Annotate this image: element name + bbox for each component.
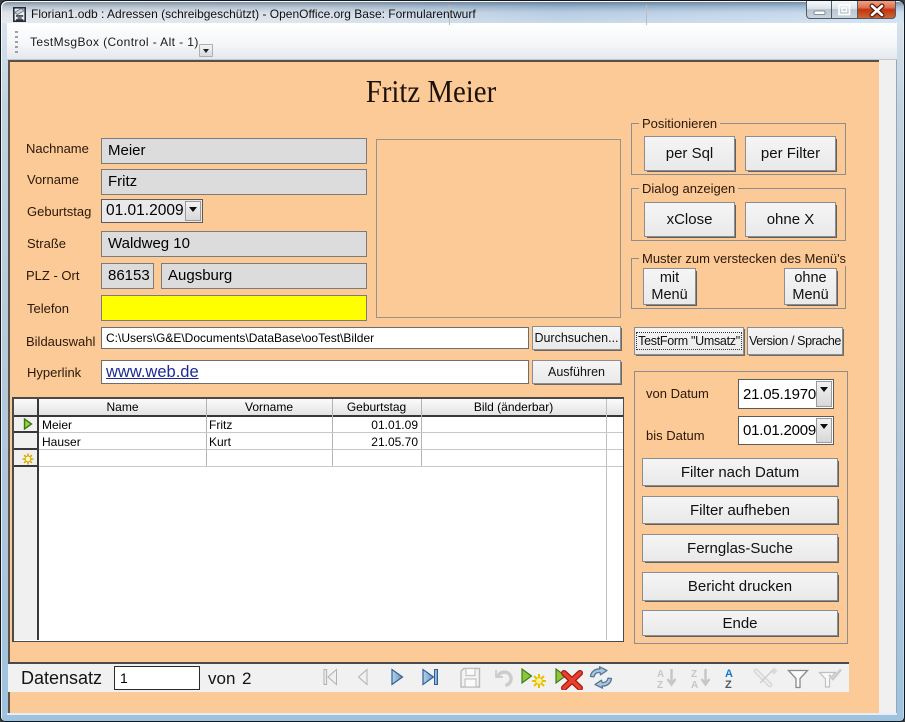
svg-text:A: A [691,680,698,690]
svg-text:A: A [657,669,664,680]
svg-text:Z: Z [657,680,663,690]
svg-text:Z: Z [725,679,732,690]
svg-text:Z: Z [691,669,697,680]
